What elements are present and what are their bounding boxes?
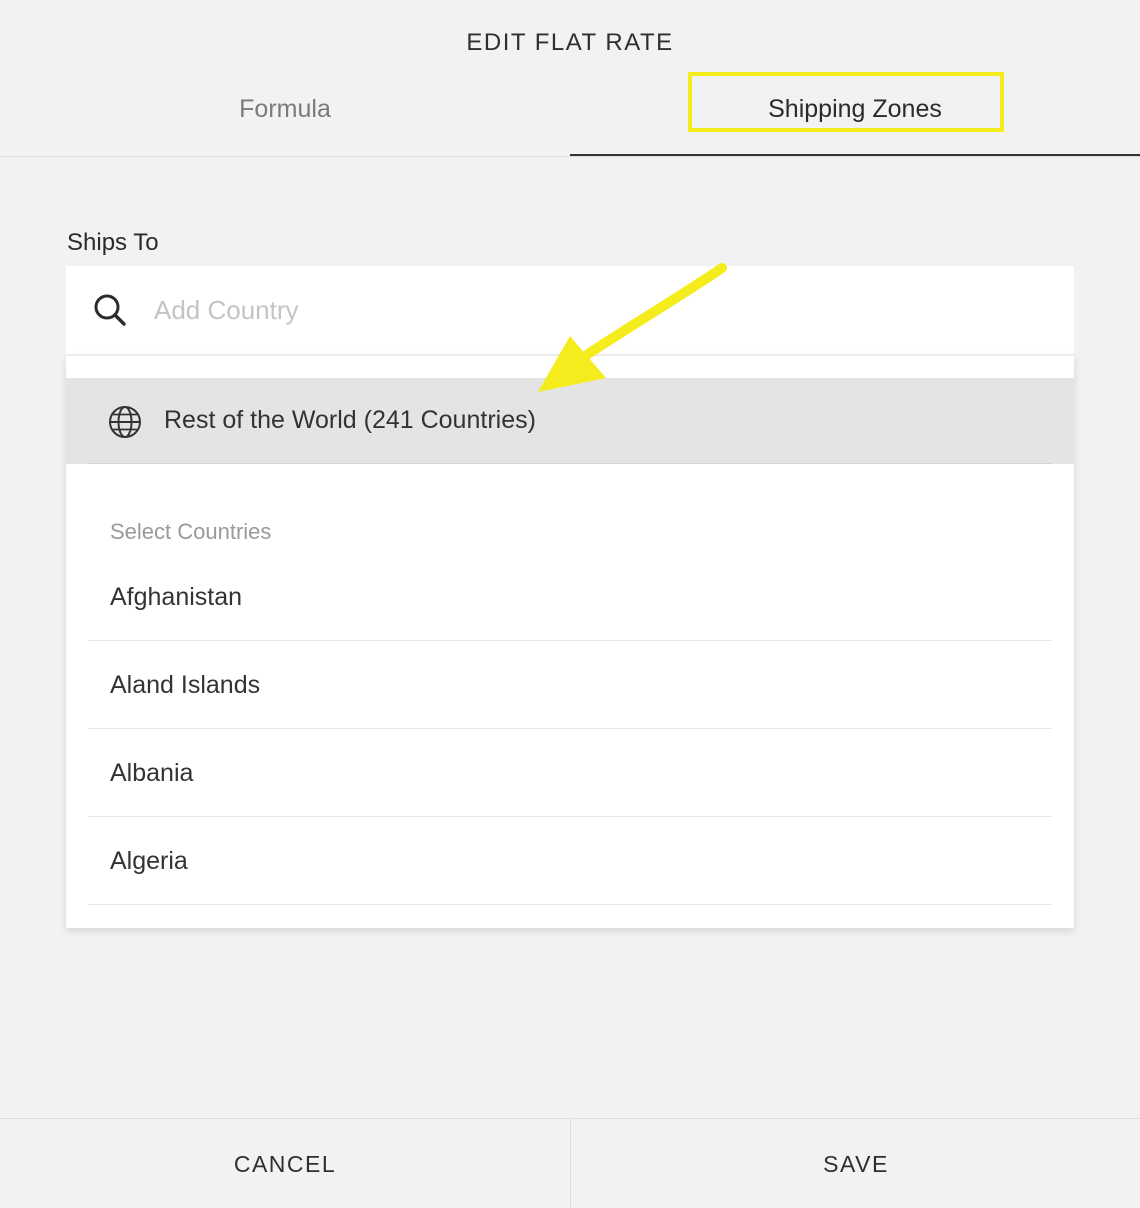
country-list: Afghanistan Aland Islands Albania Algeri…	[88, 553, 1052, 905]
select-countries-heading: Select Countries	[110, 519, 272, 544]
country-search-box[interactable]	[66, 266, 1074, 354]
globe-icon	[109, 406, 141, 438]
country-item-algeria[interactable]: Algeria	[88, 817, 1052, 905]
country-item-afghanistan[interactable]: Afghanistan	[88, 553, 1052, 641]
edit-flat-rate-dialog: EDIT FLAT RATE Formula Shipping Zones Sh…	[0, 0, 1140, 1208]
rest-of-world-option[interactable]: Rest of the World (241 Countries)	[66, 378, 1074, 464]
tab-shipping-zones[interactable]: Shipping Zones	[570, 64, 1140, 156]
country-label: Aland Islands	[110, 671, 261, 699]
dialog-footer: CANCEL SAVE	[0, 1118, 1140, 1208]
save-button[interactable]: SAVE	[571, 1119, 1140, 1208]
country-dropdown: Rest of the World (241 Countries) Select…	[66, 356, 1074, 928]
search-icon	[94, 294, 126, 326]
country-label: Algeria	[110, 847, 188, 875]
country-label: Afghanistan	[110, 583, 243, 611]
country-item-albania[interactable]: Albania	[88, 729, 1052, 817]
cancel-button[interactable]: CANCEL	[0, 1119, 570, 1208]
dialog-title: EDIT FLAT RATE	[466, 29, 674, 56]
rest-of-world-label: Rest of the World (241 Countries)	[164, 406, 536, 434]
tab-formula[interactable]: Formula	[0, 64, 570, 156]
country-item-aland-islands[interactable]: Aland Islands	[88, 641, 1052, 729]
tab-bar: Formula Shipping Zones	[0, 64, 1140, 157]
country-label: Albania	[110, 759, 194, 787]
divider	[88, 463, 1052, 464]
add-country-input[interactable]	[154, 288, 1034, 332]
ships-to-label: Ships To	[67, 229, 159, 256]
